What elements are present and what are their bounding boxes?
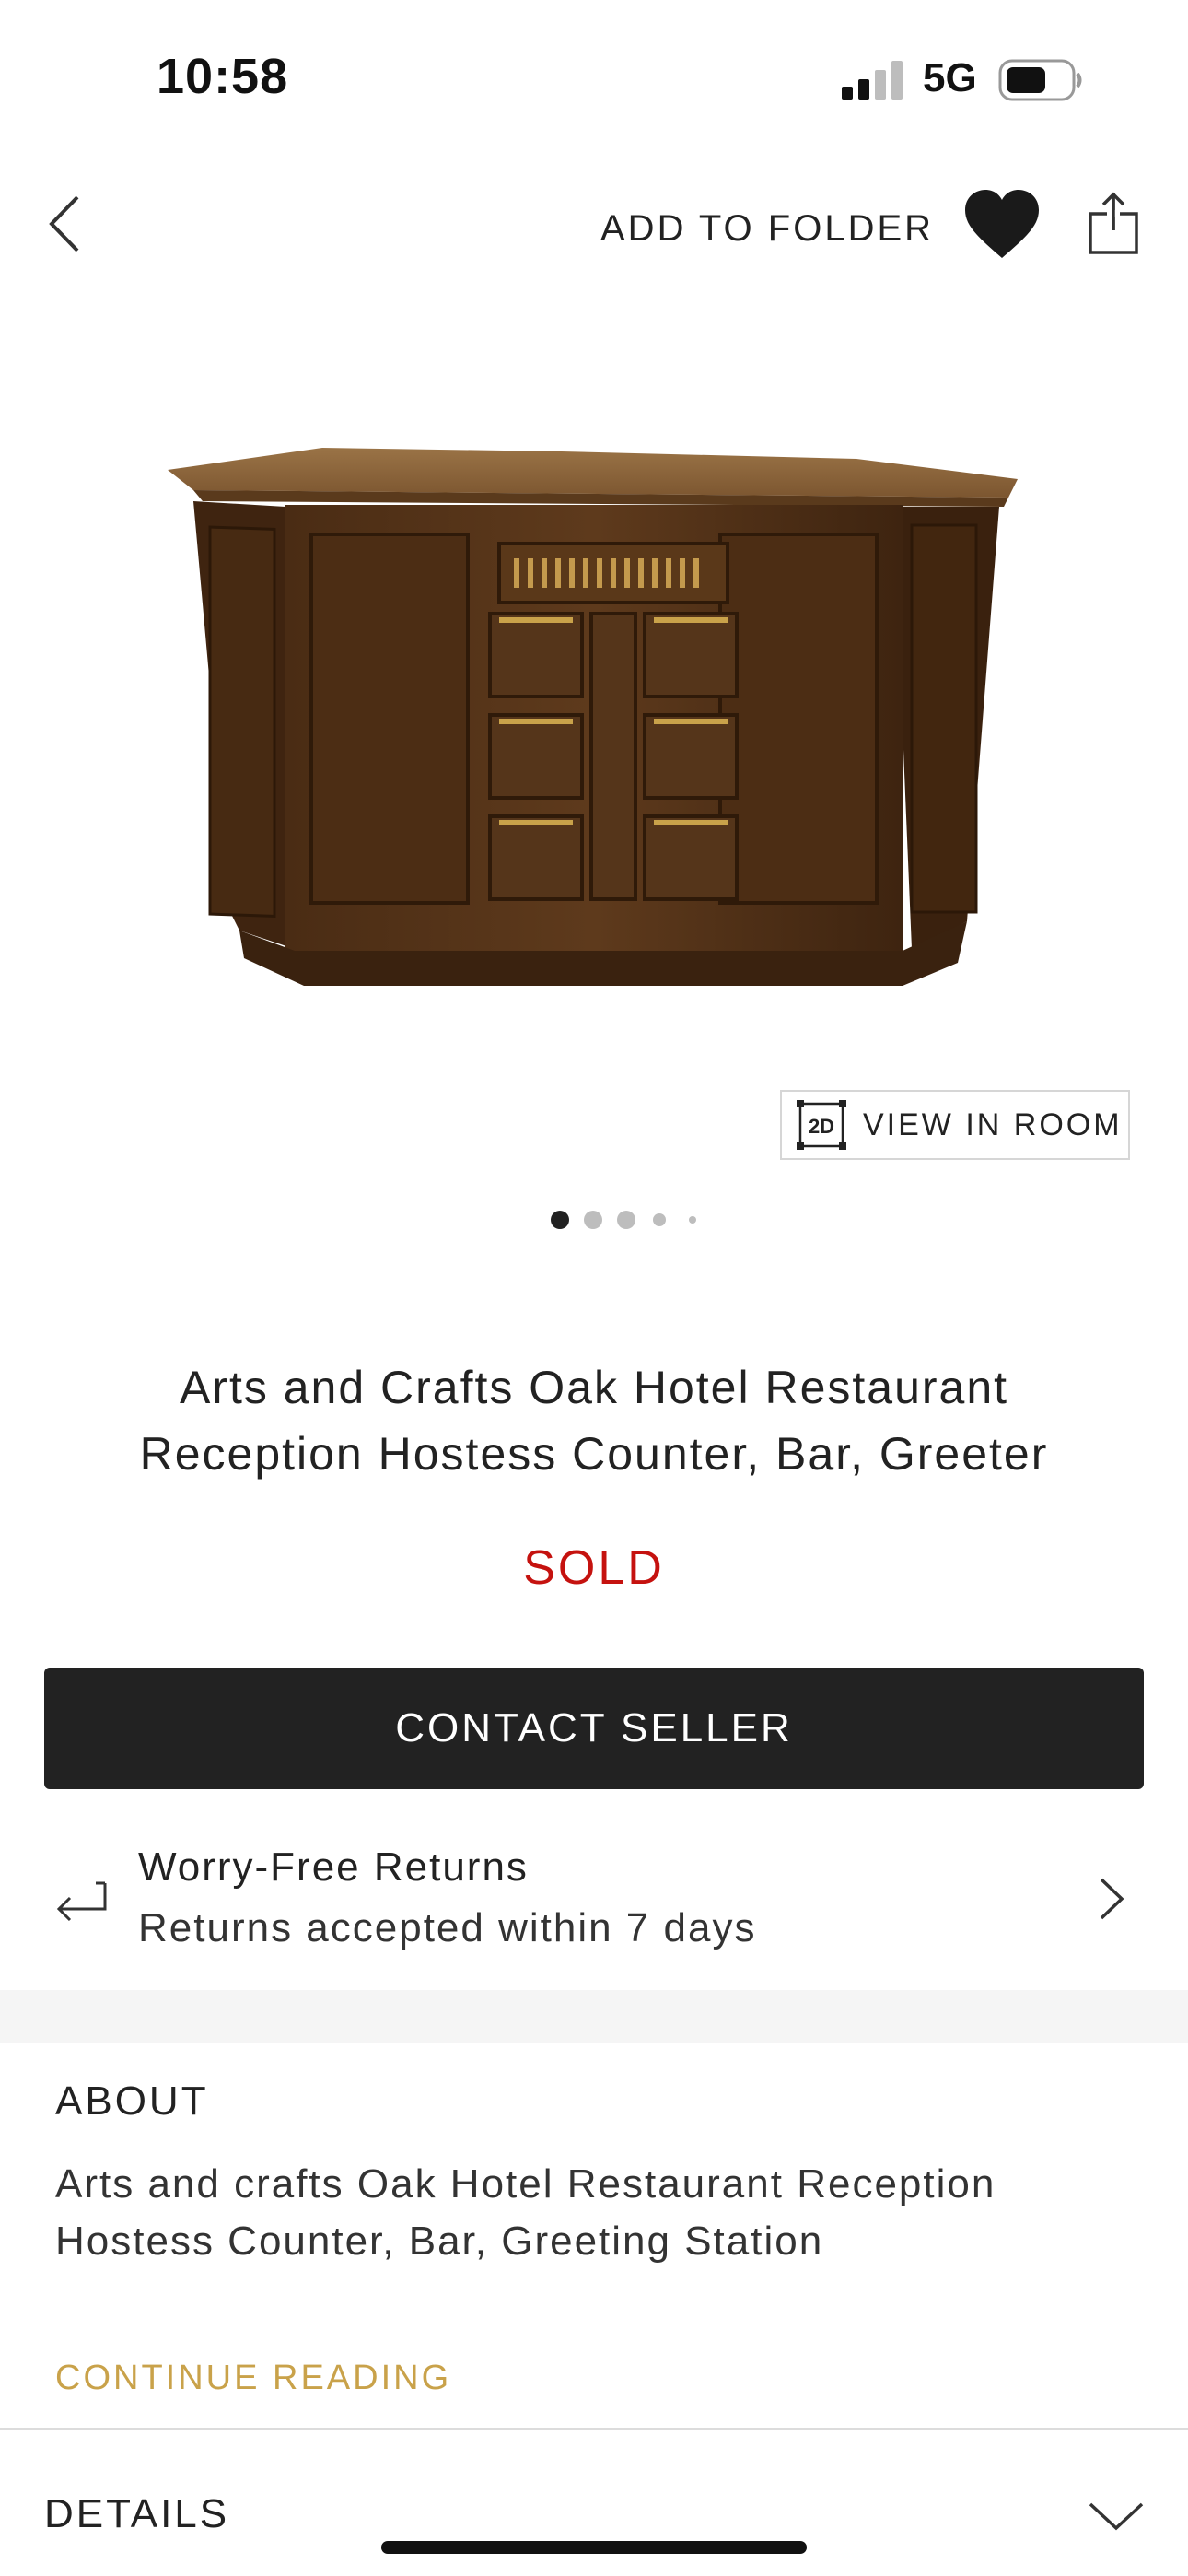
add-to-folder-button[interactable]: ADD TO FOLDER <box>600 208 934 250</box>
view-in-room-button[interactable]: 2D VIEW IN ROOM <box>780 1090 1130 1160</box>
product-title: Arts and Crafts Oak Hotel Restaurant Rec… <box>55 1354 1133 1487</box>
continue-reading-link[interactable]: CONTINUE READING <box>55 2359 451 2398</box>
pagination-dot[interactable] <box>689 1216 696 1224</box>
home-indicator[interactable] <box>381 2541 807 2554</box>
chevron-right-icon[interactable] <box>1098 1876 1125 1922</box>
product-image[interactable] <box>157 433 1031 1032</box>
about-heading: ABOUT <box>55 2078 209 2124</box>
pagination-dot[interactable] <box>653 1213 666 1226</box>
view-2d-label: 2D <box>809 1115 834 1138</box>
chevron-left-icon[interactable] <box>44 192 90 256</box>
about-description: Arts and crafts Oak Hotel Restaurant Rec… <box>55 2161 996 2264</box>
divider <box>0 2428 1188 2430</box>
section-divider <box>0 1990 1188 2043</box>
return-arrow-icon <box>56 1881 107 1922</box>
sold-status: SOLD <box>523 1541 665 1595</box>
heart-icon[interactable] <box>963 188 1041 262</box>
returns-subtitle: Returns accepted within 7 days <box>138 1905 757 1950</box>
cellular-signal-icon <box>842 61 903 100</box>
pagination-dot-active[interactable] <box>551 1211 569 1229</box>
view-in-room-label: VIEW IN ROOM <box>863 1107 1123 1142</box>
battery-icon <box>998 59 1082 101</box>
chevron-down-icon[interactable] <box>1087 2499 1146 2532</box>
status-time: 10:58 <box>157 49 289 104</box>
pagination-dot[interactable] <box>584 1211 602 1229</box>
details-heading[interactable]: DETAILS <box>44 2491 229 2537</box>
product-title-line1: Arts and Crafts Oak Hotel Restaurant <box>179 1362 1009 1413</box>
contact-seller-button[interactable]: CONTACT SELLER <box>44 1668 1144 1789</box>
returns-title: Worry-Free Returns <box>138 1844 529 1890</box>
pagination-dot[interactable] <box>617 1211 635 1229</box>
share-icon[interactable] <box>1087 192 1140 256</box>
image-pagination-dots <box>551 1211 696 1229</box>
view-2d-icon: 2D <box>797 1100 846 1150</box>
network-type: 5G <box>923 55 977 100</box>
product-title-line2: Reception Hostess Counter, Bar, Greeter <box>139 1428 1049 1480</box>
